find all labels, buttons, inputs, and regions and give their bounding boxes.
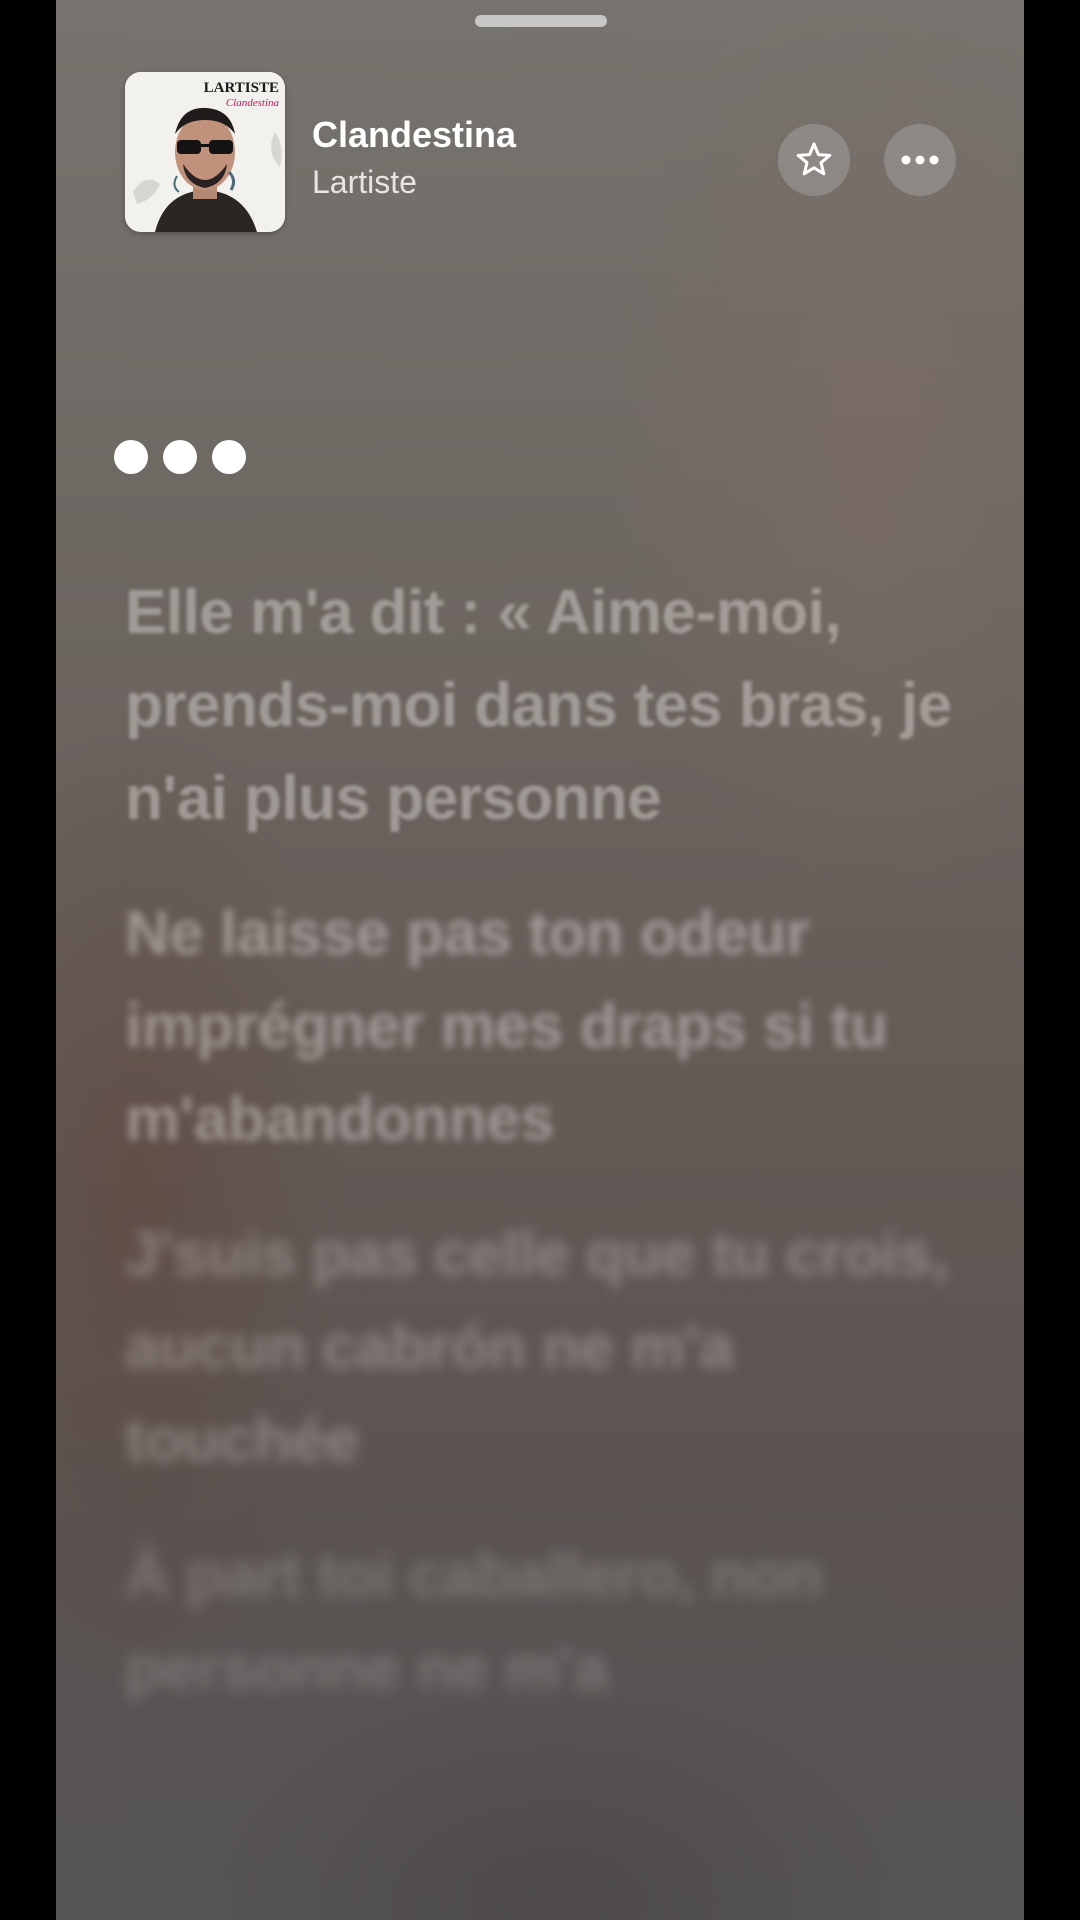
more-options-button[interactable]	[884, 124, 956, 196]
artwork-subtitle-text: Clandestina	[226, 97, 280, 109]
artwork-title-text: LARTISTE	[204, 80, 279, 96]
track-title[interactable]: Clandestina	[312, 114, 516, 156]
favorite-button[interactable]	[778, 124, 850, 196]
album-artwork[interactable]: LARTISTE Clandestina	[125, 72, 285, 232]
interlude-dot	[212, 440, 246, 474]
album-artwork-icon: LARTISTE Clandestina	[125, 72, 285, 232]
lyric-line[interactable]: Elle m'a dit : « Aime-moi, prends-moi da…	[125, 566, 965, 845]
lyric-line[interactable]: À part toi caballero, non personne ne m'…	[125, 1529, 965, 1715]
lyrics-screen: LARTISTE Clandestina Clandestina Lartist…	[56, 0, 1024, 1920]
interlude-dot	[163, 440, 197, 474]
star-icon	[796, 142, 832, 176]
lyric-line[interactable]: Ne laisse pas ton odeur imprégner mes dr…	[125, 887, 965, 1166]
track-artist[interactable]: Lartiste	[312, 164, 417, 201]
interlude-dot	[114, 440, 148, 474]
lyrics-list: Elle m'a dit : « Aime-moi, prends-moi da…	[125, 566, 965, 1757]
sheet-grabber[interactable]	[475, 15, 607, 27]
interlude-dots-icon	[114, 440, 246, 476]
lyric-line[interactable]: J'suis pas celle que tu crois, aucun cab…	[125, 1208, 965, 1487]
more-ellipsis-icon	[901, 155, 939, 165]
